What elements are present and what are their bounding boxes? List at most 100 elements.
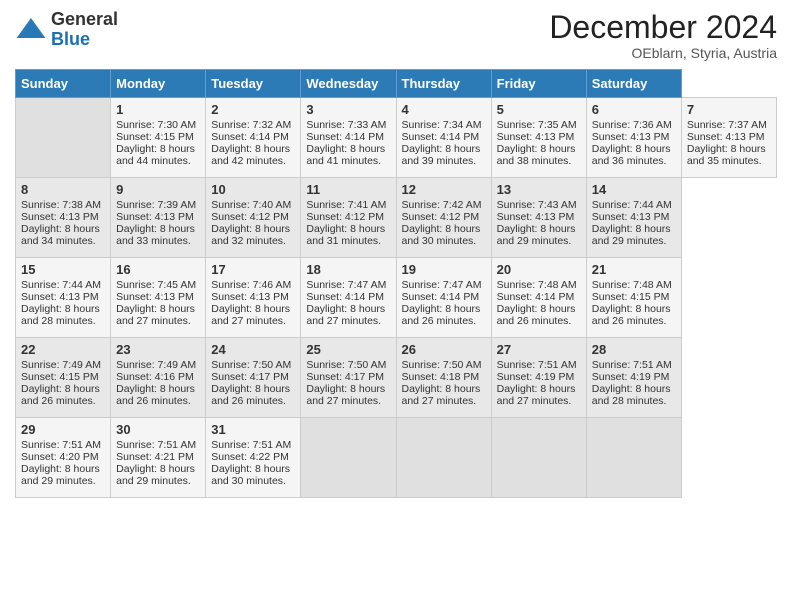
sunset-text: Sunset: 4:14 PM <box>402 291 480 303</box>
calendar-cell <box>301 418 396 498</box>
day-number: 9 <box>116 182 200 197</box>
location-subtitle: OEblarn, Styria, Austria <box>549 45 777 61</box>
column-header-saturday: Saturday <box>586 70 681 98</box>
column-header-tuesday: Tuesday <box>206 70 301 98</box>
calendar-cell: 13Sunrise: 7:43 AMSunset: 4:13 PMDayligh… <box>491 178 586 258</box>
day-number: 3 <box>306 102 390 117</box>
calendar-cell: 7Sunrise: 7:37 AMSunset: 4:13 PMDaylight… <box>681 98 776 178</box>
day-number: 5 <box>497 102 581 117</box>
calendar-cell: 31 Sunrise: 7:51 AMSunset: 4:22 PMDayligh… <box>206 418 301 498</box>
day-number: 7 <box>687 102 771 117</box>
sunrise-text: Sunrise: 7:32 AM <box>211 119 291 131</box>
sunrise-text: Sunrise: 7:47 AM <box>306 279 386 291</box>
day-number: 19 <box>402 262 486 277</box>
day-number: 27 <box>497 342 581 357</box>
day-number: 31 <box>211 422 295 437</box>
calendar-cell: 24Sunrise: 7:50 AMSunset: 4:17 PMDayligh… <box>206 338 301 418</box>
day-number: 21 <box>592 262 676 277</box>
calendar-cell: 30Sunrise: 7:51 AMSunset: 4:21 PMDayligh… <box>111 418 206 498</box>
logo-general: General <box>51 9 118 29</box>
day-number: 25 <box>306 342 390 357</box>
sunrise-text: Sunrise: 7:49 AM <box>116 359 196 371</box>
calendar-cell: 29Sunrise: 7:51 AMSunset: 4:20 PMDayligh… <box>16 418 111 498</box>
daylight-text: Daylight: 8 hours and 26 minutes. <box>497 303 576 327</box>
daylight-text: Daylight: 8 hours and 26 minutes. <box>211 383 290 407</box>
calendar-cell: 9Sunrise: 7:39 AMSunset: 4:13 PMDaylight… <box>111 178 206 258</box>
daylight-text: Daylight: 8 hours and 35 minutes. <box>687 143 766 167</box>
sunset-text: Sunset: 4:19 PM <box>592 371 670 383</box>
sunrise-text: Sunrise: 7:49 AM <box>21 359 101 371</box>
sunset-text: Sunset: 4:13 PM <box>687 131 765 143</box>
calendar-cell: 18Sunrise: 7:47 AMSunset: 4:14 PMDayligh… <box>301 258 396 338</box>
day-number: 6 <box>592 102 676 117</box>
calendar-cell: 11Sunrise: 7:41 AMSunset: 4:12 PMDayligh… <box>301 178 396 258</box>
month-title: December 2024 <box>549 10 777 45</box>
sunrise-text: Sunrise: 7:41 AM <box>306 199 386 211</box>
day-number: 10 <box>211 182 295 197</box>
calendar-cell: 15Sunrise: 7:44 AMSunset: 4:13 PMDayligh… <box>16 258 111 338</box>
sunset-text: Sunset: 4:14 PM <box>402 131 480 143</box>
calendar-cell <box>491 418 586 498</box>
title-block: December 2024 OEblarn, Styria, Austria <box>549 10 777 61</box>
logo: General Blue <box>15 10 118 50</box>
calendar-cell <box>396 418 491 498</box>
sunset-text: Sunset: 4:14 PM <box>497 291 575 303</box>
daylight-text: Daylight: 8 hours and 30 minutes. <box>211 463 290 487</box>
calendar-cell: 25Sunrise: 7:50 AMSunset: 4:17 PMDayligh… <box>301 338 396 418</box>
daylight-text: Daylight: 8 hours and 38 minutes. <box>497 143 576 167</box>
daylight-text: Daylight: 8 hours and 30 minutes. <box>402 223 481 247</box>
sunset-text: Sunset: 4:13 PM <box>211 291 289 303</box>
sunset-text: Sunset: 4:13 PM <box>497 211 575 223</box>
sunrise-text: Sunrise: 7:36 AM <box>592 119 672 131</box>
daylight-text: Daylight: 8 hours and 26 minutes. <box>592 303 671 327</box>
day-number: 1 <box>116 102 200 117</box>
sunset-text: Sunset: 4:22 PM <box>211 451 289 463</box>
calendar-header-row: SundayMondayTuesdayWednesdayThursdayFrid… <box>16 70 777 98</box>
week-row-2: 8Sunrise: 7:38 AMSunset: 4:13 PMDaylight… <box>16 178 777 258</box>
day-number: 24 <box>211 342 295 357</box>
day-number: 14 <box>592 182 676 197</box>
day-number: 16 <box>116 262 200 277</box>
sunrise-text: Sunrise: 7:50 AM <box>306 359 386 371</box>
calendar-cell: 16Sunrise: 7:45 AMSunset: 4:13 PMDayligh… <box>111 258 206 338</box>
calendar-cell: 20Sunrise: 7:48 AMSunset: 4:14 PMDayligh… <box>491 258 586 338</box>
daylight-text: Daylight: 8 hours and 31 minutes. <box>306 223 385 247</box>
column-header-wednesday: Wednesday <box>301 70 396 98</box>
calendar-cell: 22Sunrise: 7:49 AMSunset: 4:15 PMDayligh… <box>16 338 111 418</box>
logo-blue: Blue <box>51 29 90 49</box>
sunrise-text: Sunrise: 7:44 AM <box>592 199 672 211</box>
sunset-text: Sunset: 4:12 PM <box>211 211 289 223</box>
daylight-text: Daylight: 8 hours and 26 minutes. <box>116 383 195 407</box>
column-header-thursday: Thursday <box>396 70 491 98</box>
daylight-text: Daylight: 8 hours and 29 minutes. <box>116 463 195 487</box>
week-row-3: 15 Sunrise: 7:44 AM Sunset: 4:13 PM Dayligh… <box>16 258 777 338</box>
sunrise-text: Sunrise: 7:44 AM <box>21 279 101 291</box>
daylight-text: Daylight: 8 hours and 34 minutes. <box>21 223 100 247</box>
sunrise-text: Sunrise: 7:34 AM <box>402 119 482 131</box>
calendar-cell: 26Sunrise: 7:50 AMSunset: 4:18 PMDayligh… <box>396 338 491 418</box>
sunrise-text: Sunrise: 7:40 AM <box>211 199 291 211</box>
logo-icon <box>15 14 47 46</box>
daylight-text: Daylight: 8 hours and 27 minutes. <box>306 383 385 407</box>
sunrise-text: Sunrise: 7:33 AM <box>306 119 386 131</box>
sunrise-text: Sunrise: 7:42 AM <box>402 199 482 211</box>
sunset-text: Sunset: 4:13 PM <box>116 291 194 303</box>
page-header: General Blue December 2024 OEblarn, Styr… <box>15 10 777 61</box>
sunset-text: Sunset: 4:20 PM <box>21 451 99 463</box>
calendar-cell: 28Sunrise: 7:51 AMSunset: 4:19 PMDayligh… <box>586 338 681 418</box>
daylight-text: Daylight: 8 hours and 29 minutes. <box>592 223 671 247</box>
sunset-text: Sunset: 4:12 PM <box>402 211 480 223</box>
day-number: 28 <box>592 342 676 357</box>
sunrise-text: Sunrise: 7:35 AM <box>497 119 577 131</box>
sunset-text: Sunset: 4:19 PM <box>497 371 575 383</box>
sunrise-text: Sunrise: 7:51 AM <box>211 439 291 451</box>
calendar-cell: 1Sunrise: 7:30 AMSunset: 4:15 PMDaylight… <box>111 98 206 178</box>
calendar-cell: 21Sunrise: 7:48 AMSunset: 4:15 PMDayligh… <box>586 258 681 338</box>
daylight-text: Daylight: 8 hours and 41 minutes. <box>306 143 385 167</box>
sunset-text: Sunset: 4:13 PM <box>116 211 194 223</box>
day-number: 4 <box>402 102 486 117</box>
daylight-text: Daylight: 8 hours and 44 minutes. <box>116 143 195 167</box>
calendar-cell: 23Sunrise: 7:49 AMSunset: 4:16 PMDayligh… <box>111 338 206 418</box>
day-number: 15 <box>21 262 105 277</box>
calendar-cell: 8Sunrise: 7:38 AMSunset: 4:13 PMDaylight… <box>16 178 111 258</box>
